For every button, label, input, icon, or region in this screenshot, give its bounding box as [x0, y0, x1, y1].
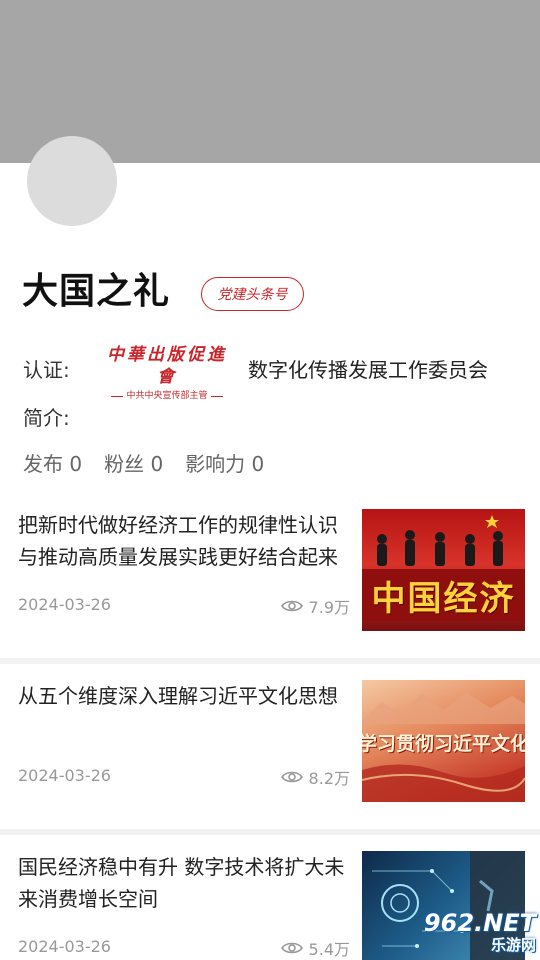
article-views: 5.4万: [280, 936, 350, 960]
eye-icon: [280, 771, 303, 783]
site-watermark: 962.NET 乐游网: [398, 910, 536, 956]
profile-name: 大国之礼: [22, 271, 171, 312]
article-date: 2024-03-26: [18, 937, 111, 956]
cert-logo-subtitle: 中共中央宣传部主管: [100, 390, 234, 402]
watermark-number: 962.NET: [423, 909, 536, 937]
article-views: 7.9万: [280, 594, 350, 618]
article-card[interactable]: 从五个维度深入理解习近平文化思想 2024-03-26 8.2万 学习贯彻习近平…: [0, 664, 540, 835]
stat-influence[interactable]: 影响力 0: [185, 448, 264, 477]
article-views: 8.2万: [280, 765, 350, 789]
eye-icon: [280, 600, 303, 612]
cert-logo: 中華出版促進會 中共中央宣传部主管: [100, 344, 234, 401]
article-title[interactable]: 把新时代做好经济工作的规律性认识与推动高质量发展实践更好结合起来: [18, 509, 354, 573]
article-thumbnail[interactable]: 学习贯彻习近平文化: [362, 680, 525, 802]
thumbnail-text: 学习贯彻习近平文化: [362, 732, 525, 755]
article-date: 2024-03-26: [18, 595, 111, 614]
thumbnail-banner: 学习贯彻习近平文化: [362, 724, 525, 760]
eye-icon: [280, 942, 303, 954]
watermark-site: 乐游网: [490, 936, 536, 954]
article-title[interactable]: 从五个维度深入理解习近平文化思想: [18, 680, 354, 712]
article-title[interactable]: 国民经济稳中有升 数字技术将扩大未来消费增长空间: [18, 851, 354, 915]
people-silhouette-graphic: [377, 515, 503, 566]
stat-publish[interactable]: 发布 0: [23, 448, 82, 477]
cert-label: 认证:: [23, 358, 70, 382]
article-views-count: 5.4万: [308, 940, 350, 959]
intro-label: 简介:: [23, 406, 70, 430]
article-card[interactable]: 把新时代做好经济工作的规律性认识与推动高质量发展实践更好结合起来 2024-03…: [0, 493, 540, 664]
thumbnail-banner: 中国经济: [362, 569, 525, 621]
stat-fans[interactable]: 粉丝 0: [104, 448, 163, 477]
thumbnail-text: 中国经济: [371, 578, 516, 619]
profile-stats: 发布 0 粉丝 0 影响力 0: [23, 448, 264, 477]
article-date: 2024-03-26: [18, 766, 111, 785]
article-feed: 把新时代做好经济工作的规律性认识与推动高质量发展实践更好结合起来 2024-03…: [0, 493, 540, 960]
badge-party-headline: 党建头条号: [201, 277, 304, 311]
cert-logo-text: 中華出版促進會: [107, 345, 227, 387]
article-views-count: 8.2万: [308, 769, 350, 788]
article-thumbnail[interactable]: 中国经济: [362, 509, 525, 631]
article-views-count: 7.9万: [308, 598, 350, 617]
cert-org: 数字化传播发展工作委员会: [248, 358, 488, 382]
avatar[interactable]: [27, 136, 117, 226]
